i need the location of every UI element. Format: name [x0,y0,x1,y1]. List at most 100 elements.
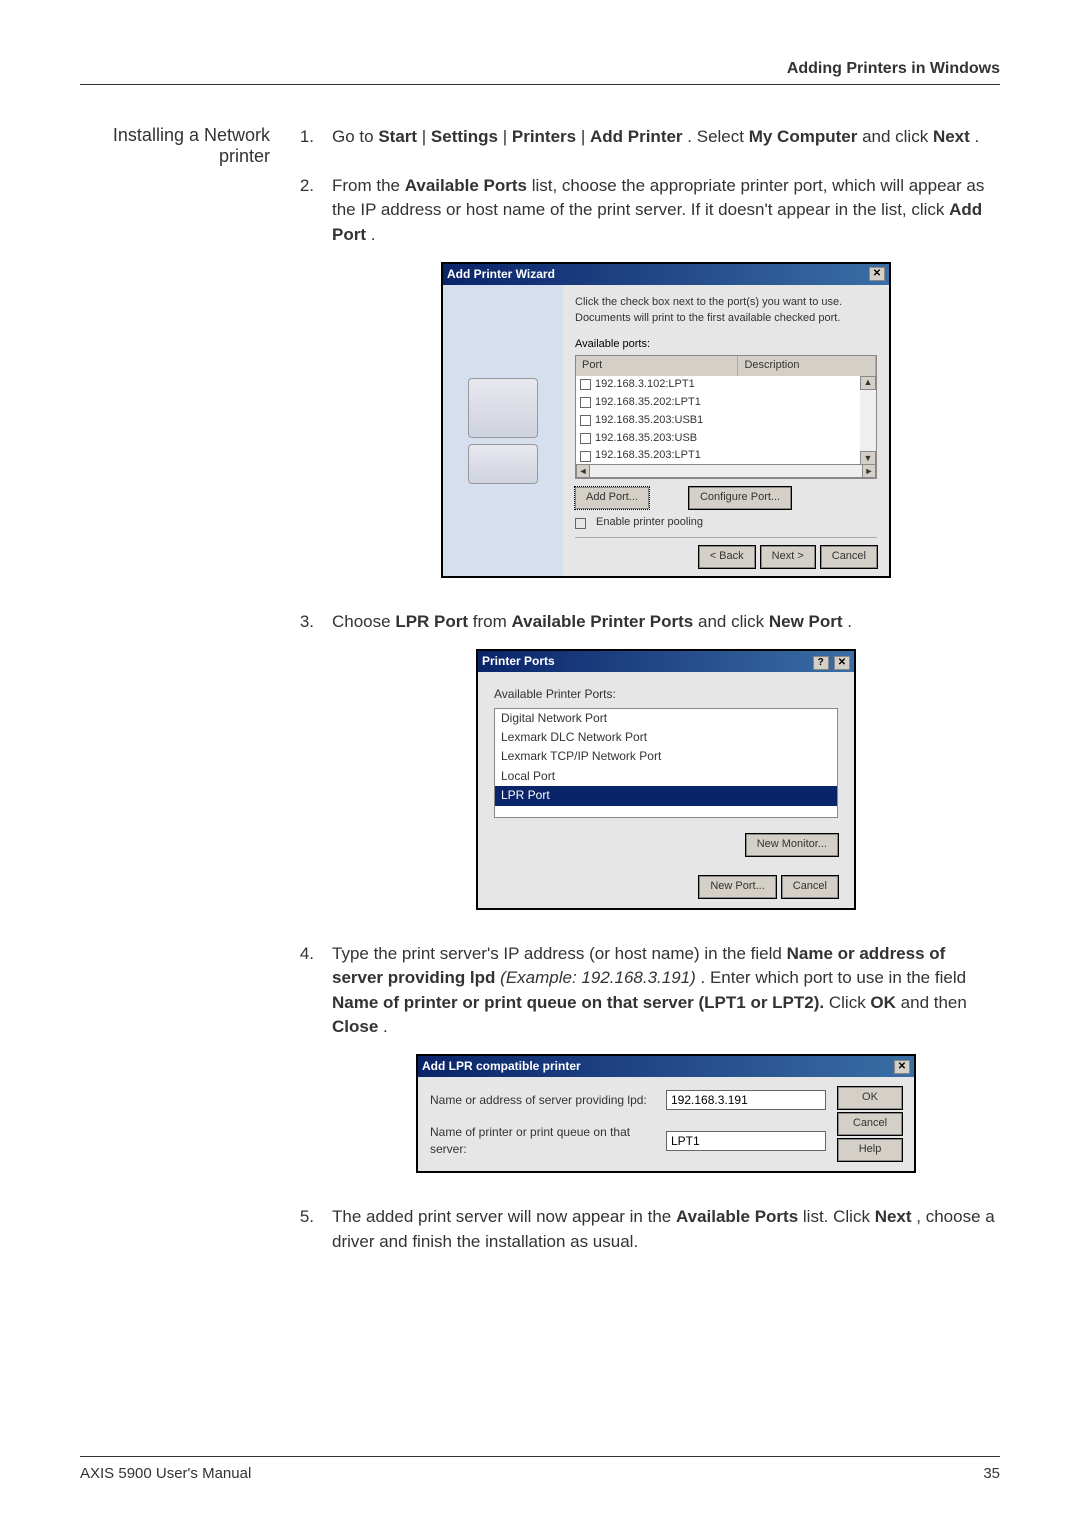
help-button[interactable]: Help [838,1139,902,1161]
select-my-computer: My Computer [749,127,858,146]
path-printers: Printers [512,127,576,146]
list-item[interactable]: Digital Network Port [495,709,837,728]
port-text: 192.168.35.203:USB1 [595,413,703,429]
close-icon[interactable]: ✕ [894,1060,910,1074]
footer-left: AXIS 5900 User's Manual [80,1465,251,1482]
text: and click [862,127,933,146]
dialog-title: Printer Ports [482,653,555,670]
text: . [371,225,376,244]
new-monitor-button[interactable]: New Monitor... [746,834,838,856]
back-button[interactable]: < Back [699,546,755,568]
sep: | [422,127,431,146]
close-icon[interactable]: ✕ [834,656,850,670]
scroll-up-icon[interactable]: ▲ [860,376,876,390]
margin-heading-line1: Installing a Network [80,125,270,146]
step-1: 1. Go to Start | Settings | Printers | A… [294,125,1000,150]
checkbox-icon[interactable] [575,518,586,529]
action-next: Next [875,1207,912,1226]
ok-button[interactable]: OK [838,1087,902,1109]
port-text: 192.168.35.203:LPT1 [595,448,701,464]
port-row[interactable]: 192.168.3.102:LPT1 [576,376,860,394]
port-text: 192.168.3.102:LPT1 [595,377,695,393]
list-item[interactable]: Local Port [495,767,837,786]
scroll-right-icon[interactable]: ► [862,464,876,478]
text: and click [698,612,769,631]
add-lpr-printer-dialog: Add LPR compatible printer ✕ Name or add… [416,1054,916,1173]
lpr-port-label: LPR Port [395,612,468,631]
column-description[interactable]: Description [738,356,876,376]
text: . [975,127,980,146]
text: Click [829,993,871,1012]
text: Choose [332,612,395,631]
printer-ports-listbox[interactable]: Digital Network Port Lexmark DLC Network… [494,708,838,818]
ports-listbox[interactable]: Port Description 192.168.3.102:LPT1 192.… [575,355,877,480]
step-2: 2. From the Available Ports list, choose… [294,174,1000,587]
text: . Enter which port to use in the field [701,968,967,987]
checkbox-icon[interactable] [580,379,591,390]
scroll-down-icon[interactable]: ▼ [860,451,876,465]
text: Type the print server's IP address (or h… [332,944,787,963]
text: . Select [687,127,748,146]
checkbox-icon[interactable] [580,451,591,462]
field-label-queue: Name of printer or print queue on that s… [332,993,824,1012]
port-text: 192.168.35.202:LPT1 [595,395,701,411]
step-number: 5. [294,1205,314,1254]
scrollbar-vertical[interactable]: ▲ ▼ [860,376,876,466]
path-settings: Settings [431,127,498,146]
wizard-sidebar-image [443,285,563,576]
port-row[interactable]: 192.168.35.203:USB [576,430,860,448]
text: and then [901,993,967,1012]
port-row[interactable]: 192.168.35.203:USB1 [576,412,860,430]
text: list. Click [803,1207,875,1226]
dialog-titlebar: Add LPR compatible printer ✕ [418,1056,914,1077]
text: . [847,612,852,631]
available-ports-label: Available ports: [575,338,650,350]
checkbox-icon[interactable] [580,397,591,408]
configure-port-button[interactable]: Configure Port... [689,487,791,509]
step-3: 3. Choose LPR Port from Available Printe… [294,610,1000,917]
new-port-button[interactable]: New Port... [699,876,775,898]
step-number: 1. [294,125,314,150]
available-ports-label: Available Ports [405,176,527,195]
available-ports-label: Available Ports [676,1207,798,1226]
printer-queue-input[interactable] [666,1131,826,1151]
path-start: Start [378,127,417,146]
help-icon[interactable]: ? [813,656,829,670]
sep: | [581,127,590,146]
dialog-title: Add LPR compatible printer [422,1058,581,1075]
checkbox-icon[interactable] [580,433,591,444]
column-port[interactable]: Port [576,356,738,376]
printer-ports-dialog: Printer Ports ? ✕ Available Printer Port… [476,649,856,910]
close-icon[interactable]: ✕ [869,267,885,281]
step-number: 3. [294,610,314,917]
dialog-title: Add Printer Wizard [447,266,555,283]
page-footer: AXIS 5900 User's Manual 35 [80,1456,1000,1482]
margin-heading: Installing a Network printer [80,125,270,1279]
page-header: Adding Printers in Windows [80,60,1000,85]
next-button[interactable]: Next > [761,546,815,568]
margin-heading-line2: printer [80,146,270,167]
add-port-button[interactable]: Add Port... [575,487,649,509]
list-item[interactable]: Lexmark DLC Network Port [495,728,837,747]
step-number: 2. [294,174,314,587]
cancel-button[interactable]: Cancel [782,876,838,898]
available-printer-ports-label: Available Printer Ports: [494,686,838,703]
example-text: (Example: 192.168.3.191) [500,968,696,987]
list-item-selected[interactable]: LPR Port [495,786,837,805]
dialog-titlebar: Printer Ports ? ✕ [478,651,854,672]
cancel-button[interactable]: Cancel [838,1113,902,1135]
scroll-left-icon[interactable]: ◄ [576,464,590,478]
port-row[interactable]: 192.168.35.203:LPT1 [576,447,860,465]
checkbox-icon[interactable] [580,415,591,426]
cancel-button[interactable]: Cancel [821,546,877,568]
text: The added print server will now appear i… [332,1207,676,1226]
port-text: 192.168.35.203:USB [595,431,697,447]
server-address-input[interactable] [666,1090,826,1110]
list-item[interactable]: Lexmark TCP/IP Network Port [495,747,837,766]
sep: | [503,127,512,146]
footer-page-number: 35 [983,1465,1000,1482]
section-title: Adding Printers in Windows [787,60,1000,77]
scrollbar-horizontal[interactable]: ◄ ► [576,464,876,478]
port-row[interactable]: 192.168.35.202:LPT1 [576,394,860,412]
dialog-titlebar: Add Printer Wizard ✕ [443,264,889,285]
